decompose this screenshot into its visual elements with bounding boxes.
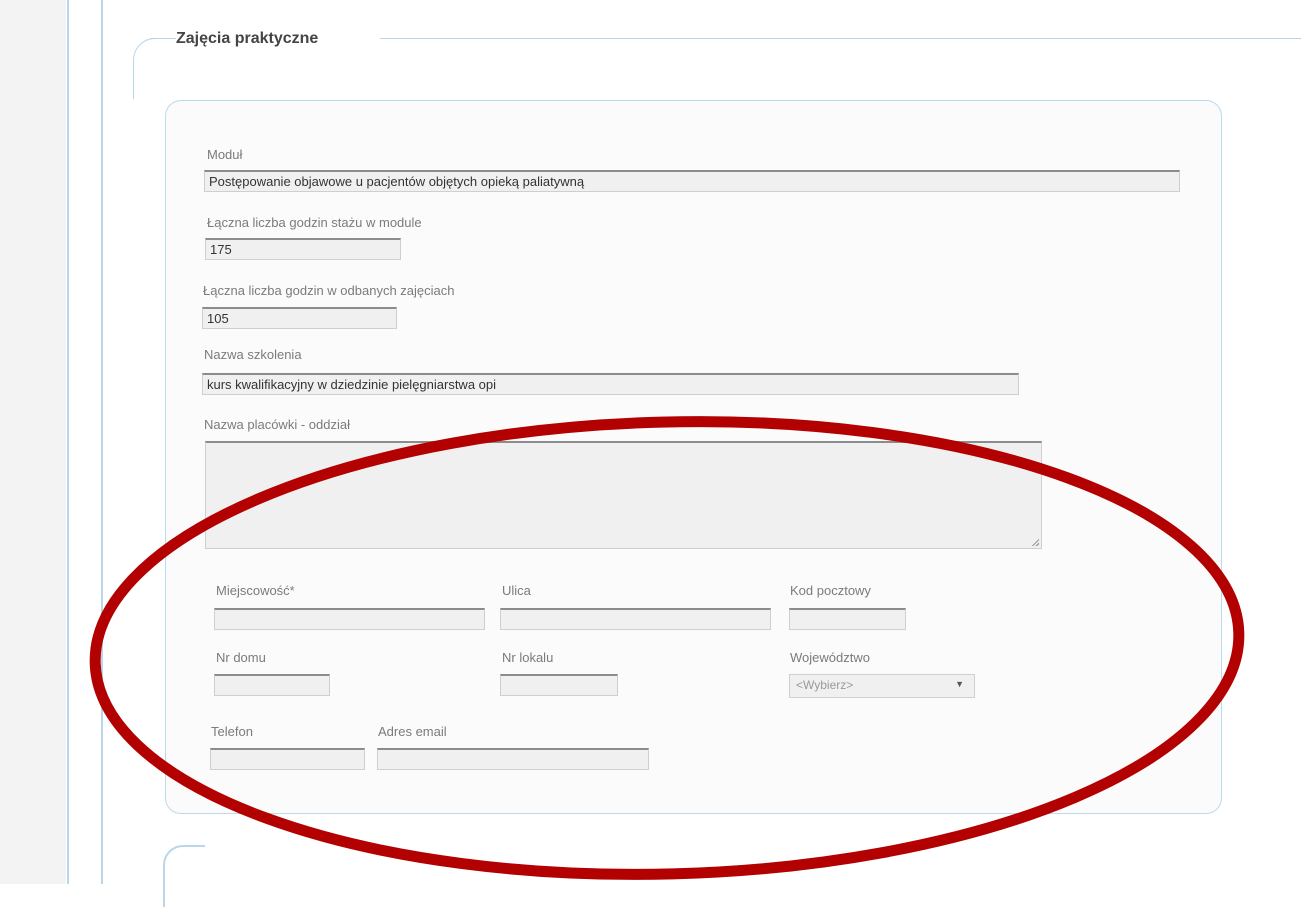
fieldset-legend: Zajęcia praktyczne [176,30,325,48]
ulica-field[interactable] [500,608,771,630]
wojewodztwo-select[interactable]: <Wybierz> ▼ [789,674,975,698]
email-label: Adres email [378,724,447,739]
email-field[interactable] [377,748,649,770]
kod-label: Kod pocztowy [790,583,871,598]
wojewodztwo-label: Województwo [790,650,870,665]
wojewodztwo-selected: <Wybierz> [796,678,854,692]
laczna-staz-field[interactable]: 175 [205,238,401,260]
telefon-field[interactable] [210,748,365,770]
laczna-zajecia-field[interactable]: 105 [202,307,397,329]
modul-field[interactable]: Postępowanie objawowe u pacjentów objęty… [204,170,1180,192]
dropdown-arrow-icon: ▼ [955,679,964,689]
placowka-label: Nazwa placówki - oddział [204,417,350,432]
resize-grip-icon[interactable] [1031,538,1039,546]
laczna-zajecia-label: Łączna liczba godzin w odbanych zajęciac… [203,283,455,298]
modul-label: Moduł [207,147,243,162]
miejscowosc-field[interactable] [214,608,485,630]
nr-lokalu-label: Nr lokalu [502,650,554,665]
placowka-textarea[interactable] [205,441,1042,549]
nazwa-szkolenia-label: Nazwa szkolenia [204,347,302,362]
nr-domu-label: Nr domu [216,650,266,665]
laczna-staz-label: Łączna liczba godzin stażu w module [207,215,422,230]
ulica-label: Ulica [502,583,531,598]
next-section-corner [163,845,205,907]
nr-lokalu-field[interactable] [500,674,618,696]
miejscowosc-label: Miejscowość* [216,583,295,598]
fieldset-top-border [380,38,1301,39]
fieldset-top-border [150,38,178,39]
content-border [101,0,103,884]
left-panel [0,0,66,884]
fieldset-corner [133,38,164,99]
left-divider [67,0,69,884]
nazwa-szkolenia-field[interactable]: kurs kwalifikacyjny w dziedzinie pielęgn… [202,373,1019,395]
telefon-label: Telefon [211,724,253,739]
nr-domu-field[interactable] [214,674,330,696]
kod-field[interactable] [789,608,906,630]
